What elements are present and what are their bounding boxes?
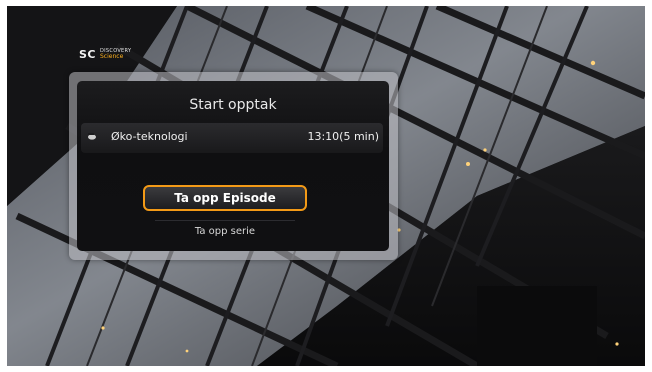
dialog-title: Start opptak xyxy=(189,97,277,113)
record-dialog-frame: Start opptak Øko-teknologi 13:10(5 min) … xyxy=(69,72,398,260)
channel-logo-mark: SC xyxy=(79,47,96,61)
program-name: Øko-teknologi xyxy=(111,130,188,143)
record-series-button[interactable]: Ta opp serie xyxy=(155,220,295,241)
channel-logo-text: DISCOVERY Science xyxy=(100,48,131,60)
program-time: 13:10(5 min) xyxy=(307,130,379,143)
record-episode-button[interactable]: Ta opp Episode xyxy=(143,185,307,211)
program-row: Øko-teknologi 13:10(5 min) xyxy=(81,123,383,153)
record-icon xyxy=(88,133,96,140)
record-dialog: Start opptak Øko-teknologi 13:10(5 min) … xyxy=(77,81,389,251)
tv-screen: SC DISCOVERY Science Start opptak Øko-te… xyxy=(7,6,645,366)
channel-logo: SC DISCOVERY Science xyxy=(79,46,131,62)
channel-logo-bottom: Science xyxy=(100,53,124,60)
